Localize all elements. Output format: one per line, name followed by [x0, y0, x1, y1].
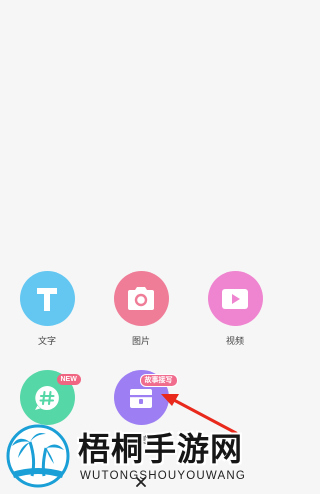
- post-text-option[interactable]: 文字: [17, 271, 77, 347]
- story-option-circle[interactable]: 故事接写: [113, 370, 178, 425]
- camera-icon: [128, 286, 154, 310]
- post-video-option[interactable]: 视频: [205, 271, 265, 347]
- letter-t-icon: [37, 287, 57, 311]
- close-button[interactable]: [133, 474, 149, 490]
- image-option-label: 图片: [131, 337, 150, 347]
- topic-option-circle[interactable]: NEW: [19, 370, 81, 425]
- hashtag-icon: [35, 385, 59, 410]
- close-icon: [136, 477, 146, 487]
- video-option-circle[interactable]: [207, 271, 263, 326]
- video-option-label: 视频: [225, 337, 244, 347]
- text-option-circle[interactable]: [19, 271, 75, 326]
- story-relay-badge: 故事接写: [139, 374, 178, 387]
- watermark-title: 梧桐手游网: [78, 430, 244, 468]
- image-option-circle[interactable]: [113, 271, 169, 326]
- watermark-subtitle: WUTONGSHOUYOUWANG: [80, 470, 247, 482]
- story-box-icon: [130, 388, 152, 408]
- new-badge: NEW: [56, 374, 81, 385]
- play-icon: [222, 288, 248, 309]
- publish-menu-screen: 文字 图片 视频 NEW 讨论: [0, 0, 279, 494]
- text-option-label: 文字: [37, 337, 56, 347]
- palm-tree-logo-icon: [6, 424, 70, 488]
- post-image-option[interactable]: 图片: [111, 271, 171, 347]
